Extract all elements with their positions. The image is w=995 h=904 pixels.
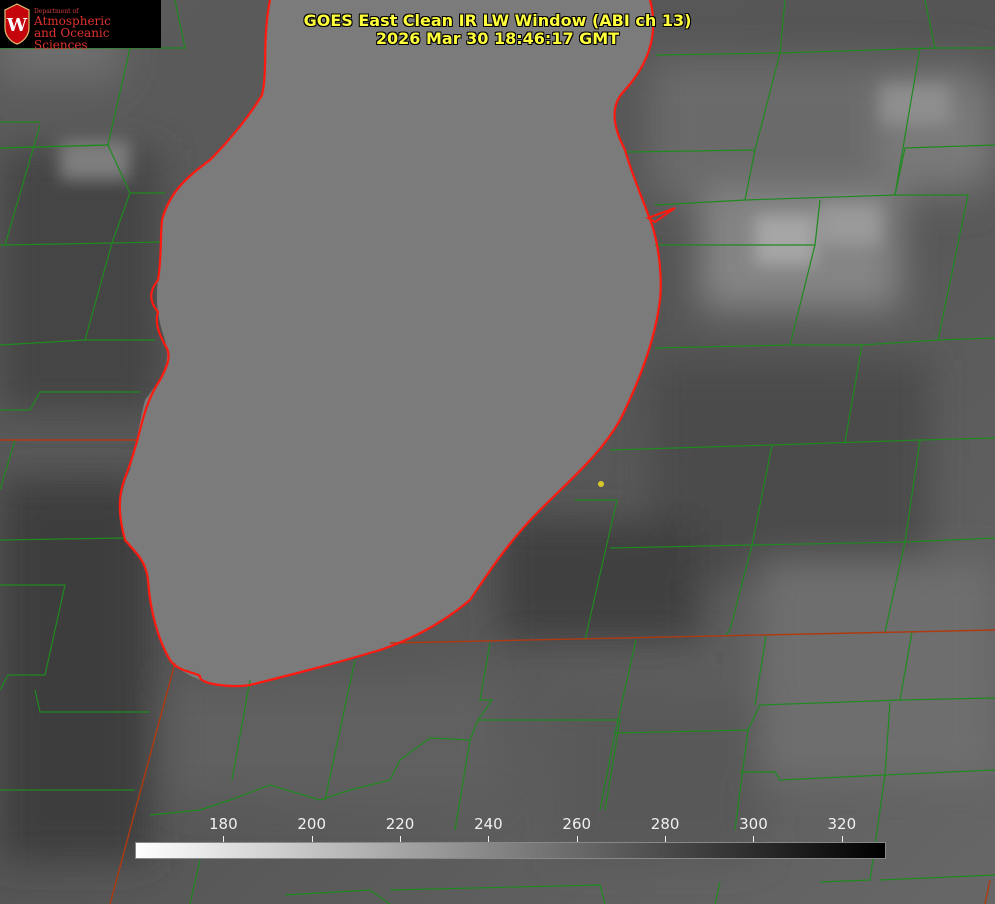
colorbar-tick-mark [400,836,402,842]
colorbar-tick-label: 240 [474,815,503,833]
colorbar-tick-mark [223,836,225,842]
colorbar-tick-mark [841,836,843,842]
colorbar-tick-mark [311,836,313,842]
colorbar [135,842,886,859]
station-marker [598,481,604,487]
colorbar-tick-label: 280 [650,815,680,833]
colorbar-tick-mark [665,836,667,842]
colorbar-tick-label: 220 [385,815,415,833]
product-title: GOES East Clean IR LW Window (ABI ch 13) [303,11,692,30]
colorbar-tick-mark [576,836,578,842]
colorbar-tick-label: 200 [297,815,327,833]
colorbar-tick-label: 260 [562,815,592,833]
colorbar-tick-label: 320 [827,815,857,833]
colorbar-tick-label: 300 [739,815,768,833]
satellite-image [0,0,995,904]
colorbar-tick-mark [488,836,490,842]
colorbar-tick-mark [753,836,755,842]
product-timestamp: 2026 Mar 30 18:46:17 GMT [375,29,620,48]
colorbar-tick-label: 180 [209,815,238,833]
